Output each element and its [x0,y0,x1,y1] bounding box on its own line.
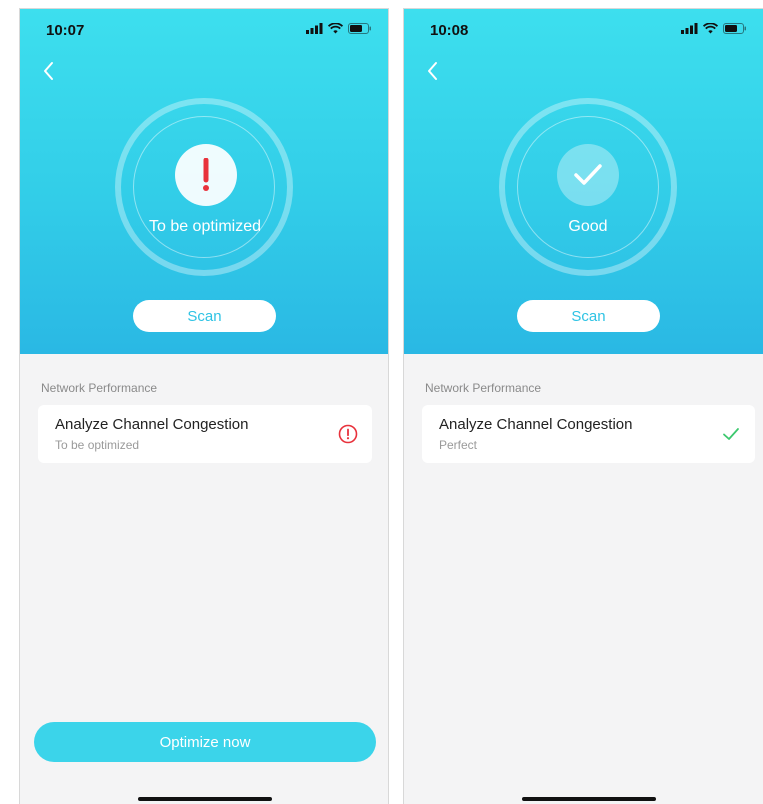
home-indicator [522,797,656,801]
wifi-icon [703,23,718,34]
optimize-now-button[interactable]: Optimize now [34,722,376,762]
list-item-channel-congestion[interactable]: Analyze Channel Congestion To be optimiz… [38,405,372,463]
section-title: Network Performance [425,381,542,395]
list-item-channel-congestion[interactable]: Analyze Channel Congestion Perfect [422,405,755,463]
header-hero: 10:08 Good Scan [404,9,763,354]
item-subtitle: To be optimized [55,438,140,452]
status-label: To be optimized [148,218,262,235]
back-arrow-icon[interactable] [422,59,446,83]
warning-circle-icon [338,424,358,444]
item-subtitle: Perfect [439,438,478,452]
exclamation-icon [203,158,209,191]
status-bar-icons [306,23,372,34]
battery-icon [723,23,746,34]
status-time: 10:08 [430,22,469,39]
screen-result: 10:08 Good Scan Network Performance Anal… [403,8,763,804]
wifi-icon [328,23,343,34]
item-title: Analyze Channel Congestion [439,416,633,433]
status-time: 10:07 [46,22,85,39]
status-label: Good [568,218,608,235]
status-badge [557,144,619,206]
signal-icon [306,23,323,34]
scan-button[interactable]: Scan [517,300,660,332]
battery-icon [348,23,371,34]
status-badge [175,144,237,206]
check-icon [723,428,739,440]
signal-icon [681,23,698,34]
header-hero: 10:07 To be optimized Scan [20,9,388,354]
back-arrow-icon[interactable] [38,59,62,83]
home-indicator [138,797,272,801]
checkmark-icon [574,164,602,185]
screen-optimize: 10:07 To be optimized Scan Network Perfo… [19,8,389,804]
item-title: Analyze Channel Congestion [55,416,249,433]
scan-button[interactable]: Scan [133,300,276,332]
status-bar-icons [681,23,747,34]
section-title: Network Performance [41,381,158,395]
